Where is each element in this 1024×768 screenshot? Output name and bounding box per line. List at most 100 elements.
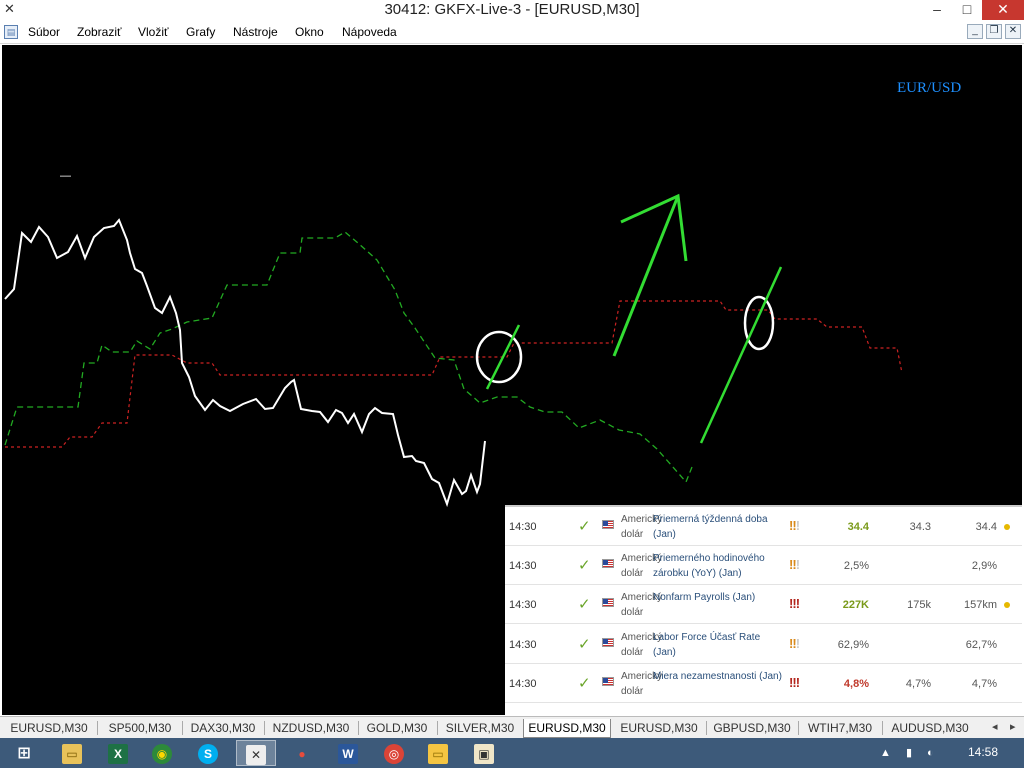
mdi-minimize-button[interactable]: _ [967,24,983,39]
tab-silver[interactable]: SILVER,M30 [440,719,520,738]
event-previous: 34.4 [975,521,997,533]
window-title: 30412: GKFX-Live-3 - [EURUSD,M30] [384,1,640,18]
us-flag-icon [602,559,614,568]
menu-window[interactable]: Okno [295,25,324,39]
trading-app-icon[interactable]: ◉ [142,740,182,766]
system-tray[interactable]: ▲ ▮ ◐ [880,746,940,759]
tab-sp500[interactable]: SP500,M30 [100,719,180,738]
folder-icon[interactable]: ▭ [418,740,458,766]
event-time: 14:30 [509,678,537,690]
check-icon: ✓ [578,675,591,692]
menu-file[interactable]: Súbor [28,25,60,39]
file-explorer-icon[interactable]: ▭ [52,740,92,766]
calendar-row[interactable]: 14:30 ✓ Americký dolár Priemerného hodinové… [505,546,1022,585]
check-icon: ✓ [578,596,591,613]
event-actual: 62,9% [837,639,869,651]
economic-calendar: 14:30 ✓ Americký dolár Priemerná týždenná d… [505,505,1022,715]
event-name[interactable]: Priemerná týždenná doba (Jan) [653,512,783,542]
importance-icon: !!! [789,675,800,690]
tab-separator [798,721,799,735]
metatrader-icon[interactable]: ✕ [236,740,276,766]
word-icon[interactable]: W [328,740,368,766]
red-indicator-line [5,300,903,448]
revision-dot-icon [1004,524,1010,530]
menu-insert[interactable]: Vložiť [138,25,169,39]
event-name[interactable]: Miera nezamestnanosti (Jan) [653,669,783,684]
symbol-label: EUR/USD [897,80,962,96]
tab-eurusd-3[interactable]: EURUSD,M30 [614,719,704,738]
mdi-restore-button[interactable]: ❐ [986,24,1002,39]
tab-gold[interactable]: GOLD,M30 [360,719,434,738]
chart-tabs-bar: EURUSD,M30 SP500,M30 DAX30,M30 NZDUSD,M3… [0,716,1024,738]
event-forecast: 4,7% [905,678,931,690]
menu-tools[interactable]: Nástroje [233,25,278,39]
menu-help[interactable]: Nápoveda [342,25,397,39]
price-line [4,218,486,508]
green-indicator-line [4,231,693,484]
tabs-prev-arrow-icon[interactable]: ◂ [992,720,998,733]
tab-eurusd-active[interactable]: EURUSD,M30 [523,719,611,738]
revision-dot-icon [1004,602,1010,608]
tab-audusd[interactable]: AUDUSD,M30 [884,719,976,738]
calendar-row[interactable]: 14:30 ✓ Americký dolár Miera nezamestnanost… [505,664,1022,703]
title-bar: ✕ 30412: GKFX-Live-3 - [EURUSD,M30] – □ … [0,0,1024,20]
check-icon: ✓ [578,557,591,574]
us-flag-icon [602,677,614,686]
event-actual: 227K [842,599,869,611]
minimize-button[interactable]: – [922,0,952,20]
tab-gbpusd[interactable]: GBPUSD,M30 [708,719,796,738]
event-forecast: 34.3 [909,521,931,533]
mdi-close-button[interactable]: ✕ [1005,24,1021,39]
menu-charts[interactable]: Grafy [186,25,215,39]
tab-separator [358,721,359,735]
event-previous: 157km [963,599,997,611]
tiny-mark: — [60,170,71,182]
tab-dax30[interactable]: DAX30,M30 [184,719,262,738]
importance-icon: !!! [789,557,800,572]
maximize-button[interactable]: □ [952,0,982,20]
skype-icon[interactable]: S [188,740,228,766]
tab-separator [706,721,707,735]
importance-icon: !!! [789,636,800,651]
event-name[interactable]: Labor Force Účasť Rate (Jan) [653,630,783,660]
paint-icon[interactable]: ▣ [464,740,504,766]
event-actual: 34.4 [847,521,869,533]
calendar-row[interactable]: 14:30 ✓ Americký dolár Nonfarm Payrolls (Ja… [505,585,1022,624]
chart-window-icon[interactable]: ▤ [4,25,18,39]
tab-separator [437,721,438,735]
highlight-circle-2 [743,295,775,351]
tab-separator [182,721,183,735]
event-time: 14:30 [509,639,537,651]
slash-line-2 [699,266,783,444]
close-button[interactable]: ✕ [982,0,1024,20]
tab-wtih7[interactable]: WTIH7,M30 [800,719,880,738]
tab-eurusd-1[interactable]: EURUSD,M30 [4,719,94,738]
tab-separator [97,721,98,735]
tabs-next-arrow-icon[interactable]: ▸ [1010,720,1016,733]
calendar-row[interactable]: 14:30 ✓ Americký dolár Labor Force Účasť Ra… [505,625,1022,664]
importance-icon: !!! [789,596,800,611]
event-name[interactable]: Nonfarm Payrolls (Jan) [653,590,783,605]
check-icon: ✓ [578,636,591,653]
event-previous: 4,7% [971,678,997,690]
us-flag-icon [602,638,614,647]
event-previous: 62,7% [965,639,997,651]
event-forecast: 175k [907,599,931,611]
us-flag-icon [602,598,614,607]
menu-bar: ▤ Súbor Zobraziť Vložiť Grafy Nástroje O… [0,20,1024,44]
excel-icon[interactable]: X [98,740,138,766]
us-flag-icon [602,520,614,529]
app-icon[interactable]: ● [282,740,322,766]
windows-start-icon[interactable]: ⊞ [4,740,44,766]
tab-separator [264,721,265,735]
event-actual: 4,8% [843,678,869,690]
chrome-icon[interactable]: ◎ [374,740,414,766]
event-time: 14:30 [509,599,537,611]
taskbar-clock[interactable]: 14:58 [968,745,998,759]
tab-separator [882,721,883,735]
tab-nzdusd[interactable]: NZDUSD,M30 [266,719,356,738]
event-name[interactable]: Priemerného hodinového zárobku (YoY) (Ja… [653,551,783,581]
calendar-row[interactable]: 14:30 ✓ Americký dolár Priemerná týždenná d… [505,507,1022,546]
check-icon: ✓ [578,518,591,535]
menu-view[interactable]: Zobraziť [77,25,122,39]
